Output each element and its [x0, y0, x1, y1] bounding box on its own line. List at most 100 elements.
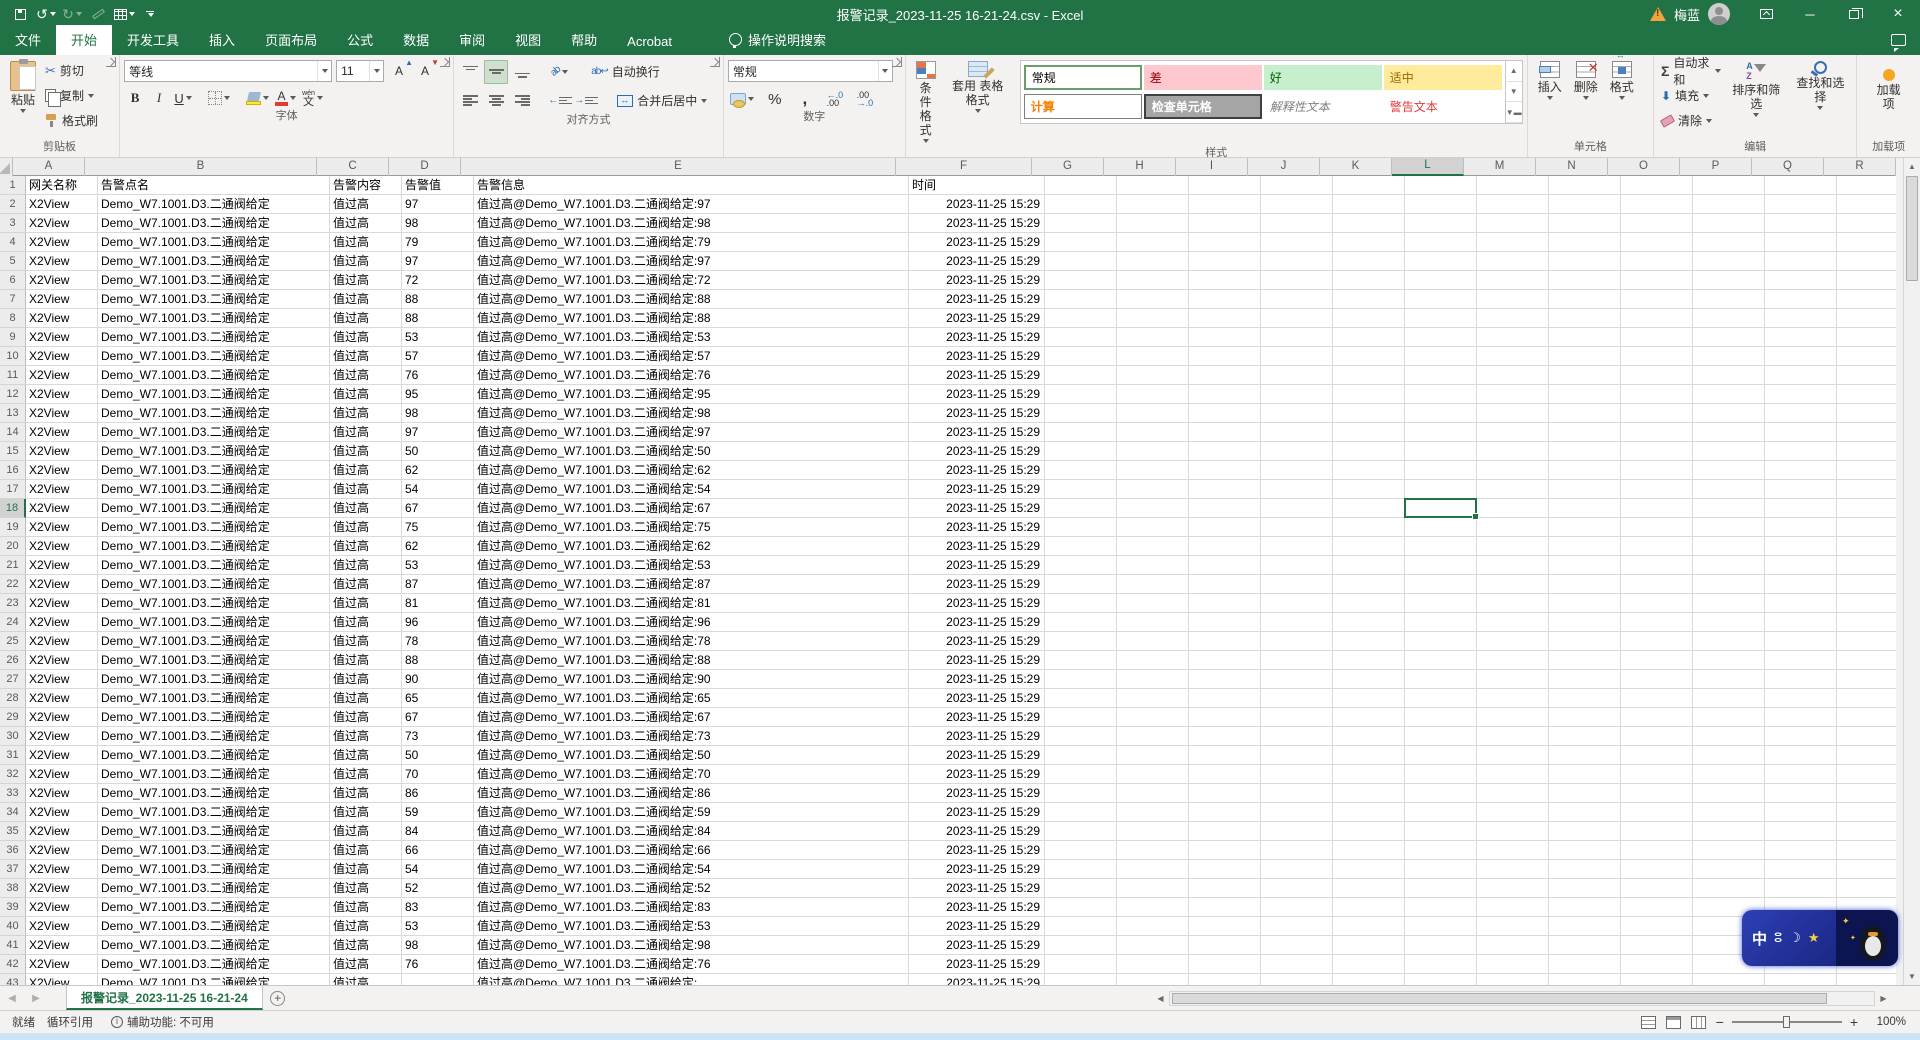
- row-header-24[interactable]: 24: [0, 613, 26, 632]
- row-header-32[interactable]: 32: [0, 765, 26, 784]
- cell-C33[interactable]: 值过高: [330, 784, 402, 803]
- cell-L2[interactable]: [1405, 195, 1477, 214]
- cell-P31[interactable]: [1693, 746, 1765, 765]
- cell-B35[interactable]: Demo_W7.1001.D3.二通阀给定: [98, 822, 330, 841]
- cell-B6[interactable]: Demo_W7.1001.D3.二通阀给定: [98, 271, 330, 290]
- cell-L14[interactable]: [1405, 423, 1477, 442]
- cell-L29[interactable]: [1405, 708, 1477, 727]
- cell-J19[interactable]: [1261, 518, 1333, 537]
- cell-F12[interactable]: 2023-11-25 15:29: [909, 385, 1045, 404]
- cell-P33[interactable]: [1693, 784, 1765, 803]
- cell-D23[interactable]: 81: [402, 594, 474, 613]
- cell-L24[interactable]: [1405, 613, 1477, 632]
- cell-R37[interactable]: [1837, 860, 1896, 879]
- row-header-23[interactable]: 23: [0, 594, 26, 613]
- row-header-38[interactable]: 38: [0, 879, 26, 898]
- cell-L6[interactable]: [1405, 271, 1477, 290]
- cell-G26[interactable]: [1045, 651, 1117, 670]
- cell-R34[interactable]: [1837, 803, 1896, 822]
- cell-L11[interactable]: [1405, 366, 1477, 385]
- cell-I35[interactable]: [1189, 822, 1261, 841]
- row-header-41[interactable]: 41: [0, 936, 26, 955]
- scroll-down-arrow[interactable]: ▼: [1904, 968, 1920, 985]
- cell-Q7[interactable]: [1765, 290, 1837, 309]
- cell-A5[interactable]: X2View: [26, 252, 98, 271]
- cell-F8[interactable]: 2023-11-25 15:29: [909, 309, 1045, 328]
- style-warning-text[interactable]: 警告文本: [1384, 94, 1502, 119]
- cell-I4[interactable]: [1189, 233, 1261, 252]
- cell-P28[interactable]: [1693, 689, 1765, 708]
- cell-R2[interactable]: [1837, 195, 1896, 214]
- cell-D41[interactable]: 98: [402, 936, 474, 955]
- decrease-indent-button[interactable]: ←: [548, 89, 572, 113]
- cell-Q32[interactable]: [1765, 765, 1837, 784]
- paste-button[interactable]: 粘贴: [4, 58, 42, 116]
- cell-C10[interactable]: 值过高: [330, 347, 402, 366]
- cell-A34[interactable]: X2View: [26, 803, 98, 822]
- cell-E3[interactable]: 值过高@Demo_W7.1001.D3.二通阀给定:98: [474, 214, 909, 233]
- cell-L31[interactable]: [1405, 746, 1477, 765]
- cell-C1[interactable]: 告警内容: [330, 176, 402, 195]
- cell-A25[interactable]: X2View: [26, 632, 98, 651]
- cell-E32[interactable]: 值过高@Demo_W7.1001.D3.二通阀给定:70: [474, 765, 909, 784]
- cell-R21[interactable]: [1837, 556, 1896, 575]
- cell-O1[interactable]: [1621, 176, 1693, 195]
- cell-G15[interactable]: [1045, 442, 1117, 461]
- cell-H4[interactable]: [1117, 233, 1189, 252]
- cell-B3[interactable]: Demo_W7.1001.D3.二通阀给定: [98, 214, 330, 233]
- cell-L15[interactable]: [1405, 442, 1477, 461]
- cell-R15[interactable]: [1837, 442, 1896, 461]
- restore-button[interactable]: [1832, 0, 1876, 28]
- zoom-percentage[interactable]: 100%: [1868, 1016, 1906, 1028]
- cell-B14[interactable]: Demo_W7.1001.D3.二通阀给定: [98, 423, 330, 442]
- cell-K5[interactable]: [1333, 252, 1405, 271]
- column-header-Q[interactable]: Q: [1752, 158, 1824, 176]
- cell-K23[interactable]: [1333, 594, 1405, 613]
- cell-G23[interactable]: [1045, 594, 1117, 613]
- cell-M20[interactable]: [1477, 537, 1549, 556]
- cell-E19[interactable]: 值过高@Demo_W7.1001.D3.二通阀给定:75: [474, 518, 909, 537]
- cell-B26[interactable]: Demo_W7.1001.D3.二通阀给定: [98, 651, 330, 670]
- cell-M36[interactable]: [1477, 841, 1549, 860]
- cell-G20[interactable]: [1045, 537, 1117, 556]
- cell-N35[interactable]: [1549, 822, 1621, 841]
- cell-H36[interactable]: [1117, 841, 1189, 860]
- cell-J41[interactable]: [1261, 936, 1333, 955]
- cell-B37[interactable]: Demo_W7.1001.D3.二通阀给定: [98, 860, 330, 879]
- cell-Q27[interactable]: [1765, 670, 1837, 689]
- row-header-5[interactable]: 5: [0, 252, 26, 271]
- cell-F15[interactable]: 2023-11-25 15:29: [909, 442, 1045, 461]
- row-header-14[interactable]: 14: [0, 423, 26, 442]
- cell-J5[interactable]: [1261, 252, 1333, 271]
- cell-I5[interactable]: [1189, 252, 1261, 271]
- cell-C42[interactable]: 值过高: [330, 955, 402, 974]
- cell-O16[interactable]: [1621, 461, 1693, 480]
- cell-C34[interactable]: 值过高: [330, 803, 402, 822]
- cell-N15[interactable]: [1549, 442, 1621, 461]
- cell-B4[interactable]: Demo_W7.1001.D3.二通阀给定: [98, 233, 330, 252]
- cell-Q18[interactable]: [1765, 499, 1837, 518]
- cell-R10[interactable]: [1837, 347, 1896, 366]
- cell-J38[interactable]: [1261, 879, 1333, 898]
- cell-K12[interactable]: [1333, 385, 1405, 404]
- cell-C3[interactable]: 值过高: [330, 214, 402, 233]
- cell-B15[interactable]: Demo_W7.1001.D3.二通阀给定: [98, 442, 330, 461]
- autosum-button[interactable]: Σ自动求和: [1658, 58, 1724, 83]
- cell-N6[interactable]: [1549, 271, 1621, 290]
- cell-O9[interactable]: [1621, 328, 1693, 347]
- cell-L28[interactable]: [1405, 689, 1477, 708]
- cell-N38[interactable]: [1549, 879, 1621, 898]
- tell-me-search[interactable]: 操作说明搜索: [729, 30, 826, 55]
- cell-A7[interactable]: X2View: [26, 290, 98, 309]
- cell-L17[interactable]: [1405, 480, 1477, 499]
- cell-H13[interactable]: [1117, 404, 1189, 423]
- cell-L43[interactable]: [1405, 974, 1477, 985]
- cell-I32[interactable]: [1189, 765, 1261, 784]
- cell-E24[interactable]: 值过高@Demo_W7.1001.D3.二通阀给定:96: [474, 613, 909, 632]
- cell-C25[interactable]: 值过高: [330, 632, 402, 651]
- cell-K18[interactable]: [1333, 499, 1405, 518]
- cell-C29[interactable]: 值过高: [330, 708, 402, 727]
- row-header-29[interactable]: 29: [0, 708, 26, 727]
- row-header-12[interactable]: 12: [0, 385, 26, 404]
- cell-O35[interactable]: [1621, 822, 1693, 841]
